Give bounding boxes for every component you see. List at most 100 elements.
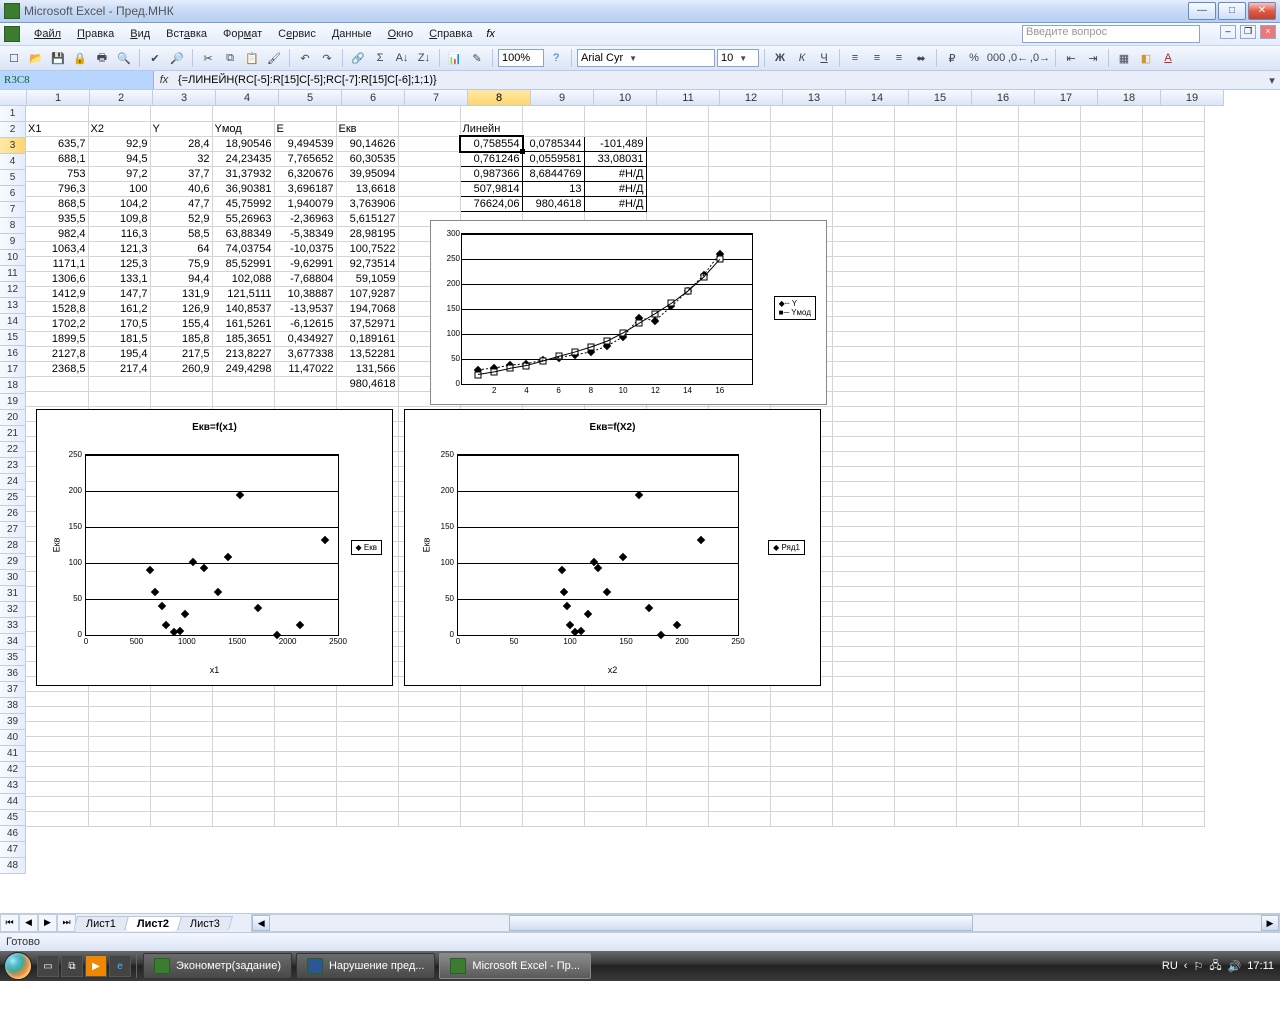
paste-icon[interactable]: 📋 bbox=[242, 48, 262, 68]
tray-flag-icon[interactable]: ⚐ bbox=[1193, 960, 1203, 973]
inc-indent-icon[interactable]: ⇥ bbox=[1083, 48, 1103, 68]
hyperlink-icon[interactable]: 🔗 bbox=[348, 48, 368, 68]
sheet-tab-3[interactable]: Лист3 bbox=[177, 916, 233, 931]
italic-icon[interactable]: К bbox=[792, 48, 812, 68]
row-header-1[interactable]: 1 bbox=[0, 106, 26, 122]
col-header-6[interactable]: 6 bbox=[342, 90, 405, 106]
row-header-17[interactable]: 17 bbox=[0, 362, 26, 378]
align-left-icon[interactable]: ≡ bbox=[845, 48, 865, 68]
col-header-5[interactable]: 5 bbox=[279, 90, 342, 106]
row-header-4[interactable]: 4 bbox=[0, 154, 26, 170]
align-center-icon[interactable]: ≡ bbox=[867, 48, 887, 68]
row-header-3[interactable]: 3 bbox=[0, 138, 26, 154]
menu-help[interactable]: Справка bbox=[421, 26, 480, 42]
row-header-23[interactable]: 23 bbox=[0, 458, 26, 474]
row-header-30[interactable]: 30 bbox=[0, 570, 26, 586]
row-header-48[interactable]: 48 bbox=[0, 858, 26, 874]
col-header-18[interactable]: 18 bbox=[1098, 90, 1161, 106]
chart-icon[interactable]: 📊 bbox=[445, 48, 465, 68]
worksheet-grid[interactable]: 12345678910111213141516171819 1234567891… bbox=[0, 90, 1280, 913]
tab-prev-button[interactable]: ◀ bbox=[19, 914, 38, 932]
row-header-27[interactable]: 27 bbox=[0, 522, 26, 538]
close-button[interactable]: ✕ bbox=[1248, 2, 1276, 20]
col-header-16[interactable]: 16 bbox=[972, 90, 1035, 106]
row-header-46[interactable]: 46 bbox=[0, 826, 26, 842]
row-header-7[interactable]: 7 bbox=[0, 202, 26, 218]
drawing-icon[interactable]: ✎ bbox=[467, 48, 487, 68]
row-header-32[interactable]: 32 bbox=[0, 602, 26, 618]
row-header-47[interactable]: 47 bbox=[0, 842, 26, 858]
autosum-icon[interactable]: Σ bbox=[370, 48, 390, 68]
size-select[interactable]: 10▼ bbox=[717, 49, 759, 67]
menu-window[interactable]: Окно bbox=[380, 26, 422, 42]
dec-decimal-icon[interactable]: ,0→ bbox=[1030, 48, 1050, 68]
row-header-8[interactable]: 8 bbox=[0, 218, 26, 234]
row-header-26[interactable]: 26 bbox=[0, 506, 26, 522]
row-header-15[interactable]: 15 bbox=[0, 330, 26, 346]
col-header-7[interactable]: 7 bbox=[405, 90, 468, 106]
row-header-21[interactable]: 21 bbox=[0, 426, 26, 442]
row-header-37[interactable]: 37 bbox=[0, 682, 26, 698]
col-header-17[interactable]: 17 bbox=[1035, 90, 1098, 106]
scroll-right-button[interactable]: ▶ bbox=[1261, 915, 1279, 931]
row-header-12[interactable]: 12 bbox=[0, 282, 26, 298]
minimize-button[interactable]: — bbox=[1188, 2, 1216, 20]
spell-icon[interactable]: ✔ bbox=[145, 48, 165, 68]
ql-switch-icon[interactable]: ⧉ bbox=[61, 955, 83, 977]
doc-close-button[interactable]: × bbox=[1260, 25, 1276, 39]
task-1[interactable]: Эконометр(задание) bbox=[143, 953, 292, 979]
col-header-11[interactable]: 11 bbox=[657, 90, 720, 106]
sort-asc-icon[interactable]: A↓ bbox=[392, 48, 412, 68]
chart-scatter-x2[interactable]: Екв=f(X2) 050100150200250050100150200250… bbox=[404, 409, 821, 686]
tray-chevron-icon[interactable]: ‹ bbox=[1184, 960, 1188, 972]
permissions-icon[interactable]: 🔒 bbox=[70, 48, 90, 68]
row-header-44[interactable]: 44 bbox=[0, 794, 26, 810]
row-header-39[interactable]: 39 bbox=[0, 714, 26, 730]
row-header-29[interactable]: 29 bbox=[0, 554, 26, 570]
row-header-6[interactable]: 6 bbox=[0, 186, 26, 202]
expand-formula-icon[interactable]: ▾ bbox=[1264, 74, 1280, 87]
row-header-38[interactable]: 38 bbox=[0, 698, 26, 714]
row-header-19[interactable]: 19 bbox=[0, 394, 26, 410]
menu-tools[interactable]: Сервис bbox=[270, 26, 324, 42]
row-header-2[interactable]: 2 bbox=[0, 122, 26, 138]
row-header-16[interactable]: 16 bbox=[0, 346, 26, 362]
row-header-11[interactable]: 11 bbox=[0, 266, 26, 282]
row-header-5[interactable]: 5 bbox=[0, 170, 26, 186]
merge-icon[interactable]: ⬌ bbox=[911, 48, 931, 68]
select-all-corner[interactable] bbox=[0, 90, 27, 106]
formula-content[interactable]: {=ЛИНЕЙН(RC[-5]:R[15]C[-5];RC[-7]:R[15]C… bbox=[174, 74, 1264, 86]
task-2[interactable]: Нарушение пред... bbox=[296, 953, 435, 979]
lang-indicator[interactable]: RU bbox=[1162, 960, 1178, 972]
format-painter-icon[interactable]: 🖌 bbox=[264, 48, 284, 68]
percent-icon[interactable]: % bbox=[964, 48, 984, 68]
help-search-input[interactable]: Введите вопрос bbox=[1022, 25, 1200, 43]
tab-first-button[interactable]: ⏮ bbox=[0, 914, 19, 932]
row-header-35[interactable]: 35 bbox=[0, 650, 26, 666]
sheet-tab-2[interactable]: Лист2 bbox=[124, 916, 182, 931]
col-header-13[interactable]: 13 bbox=[783, 90, 846, 106]
row-header-34[interactable]: 34 bbox=[0, 634, 26, 650]
copy-icon[interactable]: ⧉ bbox=[220, 48, 240, 68]
help-icon[interactable]: ? bbox=[546, 48, 566, 68]
open-icon[interactable]: 📂 bbox=[26, 48, 46, 68]
col-header-4[interactable]: 4 bbox=[216, 90, 279, 106]
scroll-thumb[interactable] bbox=[509, 915, 973, 931]
menu-file[interactable]: Файл bbox=[26, 26, 69, 42]
redo-icon[interactable]: ↷ bbox=[317, 48, 337, 68]
row-header-42[interactable]: 42 bbox=[0, 762, 26, 778]
research-icon[interactable]: 🔎 bbox=[167, 48, 187, 68]
inc-decimal-icon[interactable]: ,0← bbox=[1008, 48, 1028, 68]
col-header-1[interactable]: 1 bbox=[27, 90, 90, 106]
fx-button[interactable]: fx bbox=[154, 74, 174, 86]
borders-icon[interactable]: ▦ bbox=[1114, 48, 1134, 68]
col-header-3[interactable]: 3 bbox=[153, 90, 216, 106]
ql-desktop-icon[interactable]: ▭ bbox=[37, 955, 59, 977]
start-button[interactable] bbox=[0, 951, 36, 981]
task-3[interactable]: Microsoft Excel - Пр... bbox=[439, 953, 591, 979]
currency-icon[interactable]: ₽ bbox=[942, 48, 962, 68]
comma-icon[interactable]: 000 bbox=[986, 48, 1006, 68]
menu-view[interactable]: Вид bbox=[122, 26, 158, 42]
align-right-icon[interactable]: ≡ bbox=[889, 48, 909, 68]
chart-scatter-x1[interactable]: Екв=f(x1) 050100150200250050010001500200… bbox=[36, 409, 393, 686]
